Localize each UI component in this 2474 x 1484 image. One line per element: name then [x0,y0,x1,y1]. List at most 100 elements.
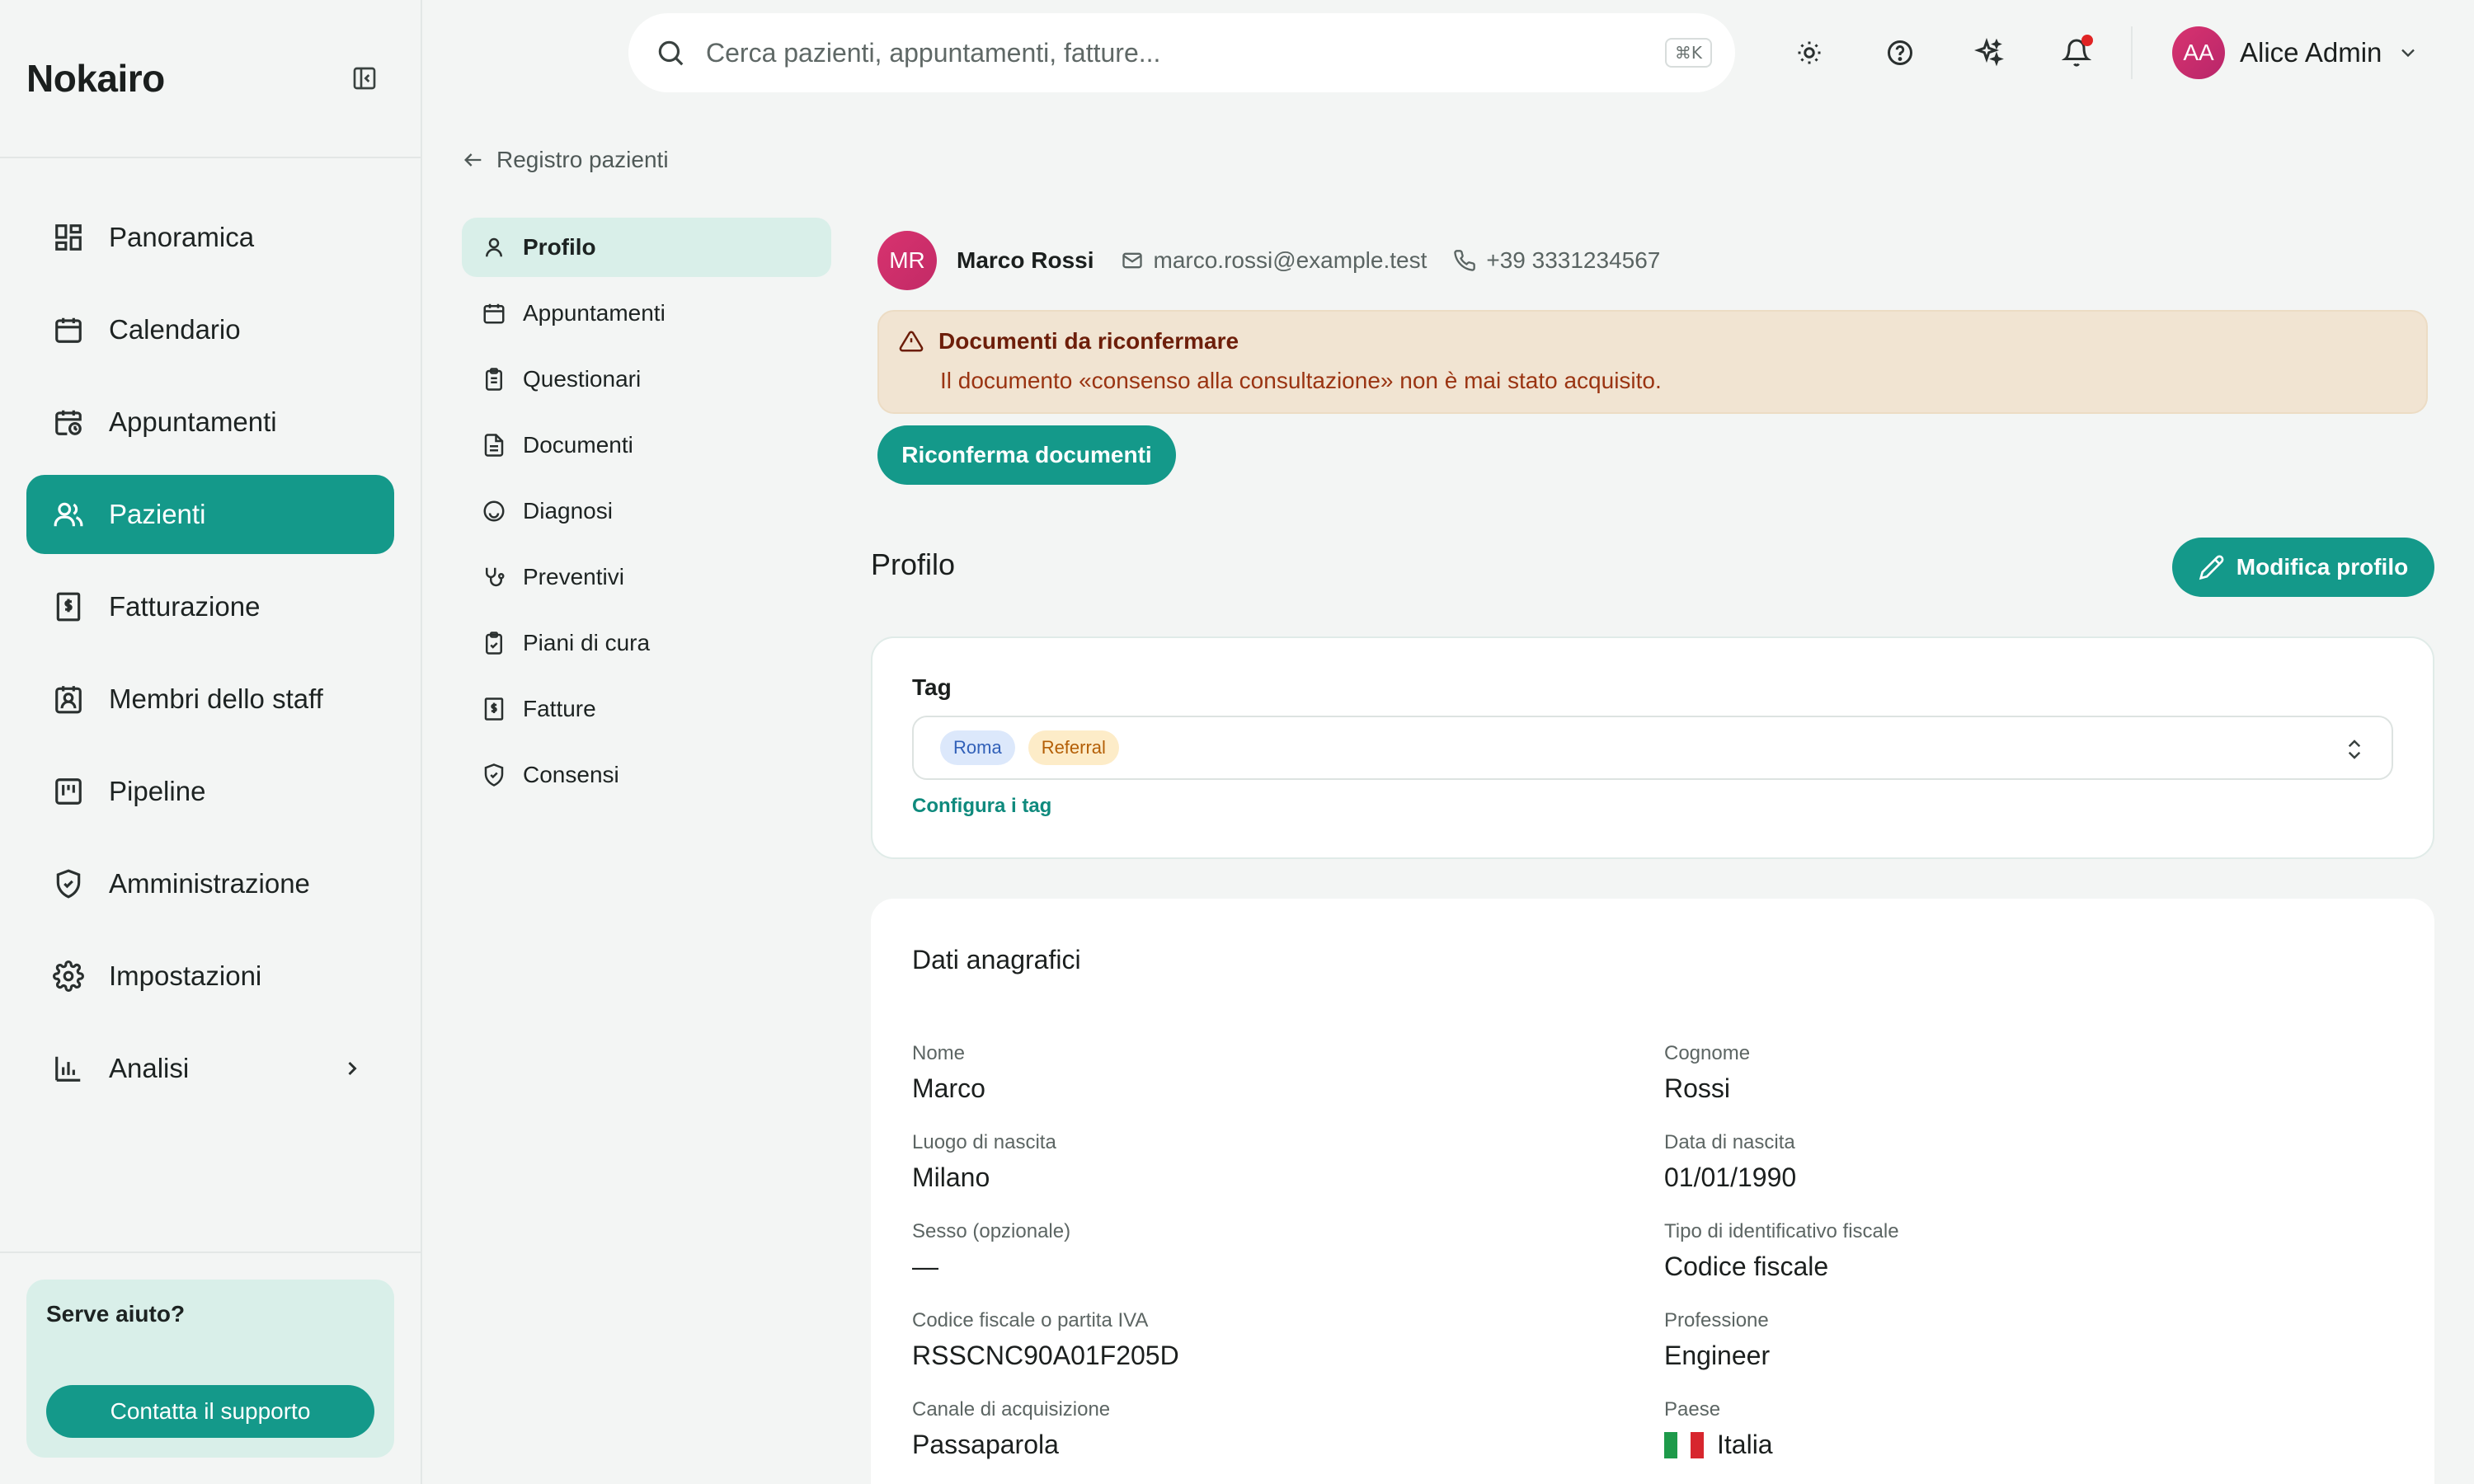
user-menu[interactable]: AA Alice Admin [2172,26,2420,79]
field-professione: Professione Engineer [1664,1309,2373,1371]
sidebar-item-membri-staff[interactable]: Membri dello staff [26,660,394,739]
personal-data-title: Dati anagrafici [912,945,1081,974]
help-title: Serve aiuto? [46,1301,186,1327]
reconfirm-documents-button[interactable]: Riconferma documenti [877,425,1176,485]
theme-toggle-button[interactable] [1790,33,1829,73]
user-name: Alice Admin [2240,37,2382,68]
tab-label: Profilo [523,234,596,260]
field-label: Sesso (opzionale) [912,1220,1071,1242]
field-value: Codice fiscale [1664,1252,1829,1281]
patient-email-text: marco.rossi@example.test [1153,247,1427,273]
calendar-clock-icon [55,410,82,435]
contact-support-button[interactable]: Contatta il supporto [46,1385,374,1438]
patient-subnav: Profilo Appuntamenti Questionari Documen… [462,218,831,811]
patient-header: MR Marco Rossi marco.rossi@example.test … [877,231,1660,290]
field-luogo-nascita: Luogo di nascita Milano [912,1131,1621,1193]
tab-documenti[interactable]: Documenti [462,416,831,475]
field-label: Cognome [1664,1042,1751,1064]
sidebar-item-amministrazione[interactable]: Amministrazione [26,844,394,923]
back-link[interactable]: Registro pazienti [462,147,669,173]
kanban-icon [55,778,82,805]
patient-email[interactable]: marco.rossi@example.test [1121,247,1427,274]
tab-fatture[interactable]: Fatture [462,679,831,739]
notifications-button[interactable] [2057,33,2096,73]
sidebar-item-label: Analisi [109,1053,190,1083]
invoice-icon [56,592,81,622]
tab-consensi[interactable]: Consensi [462,745,831,805]
field-value-row: Italia [1664,1430,2373,1460]
users-icon [54,502,83,527]
field-value: Engineer [1664,1341,1771,1370]
tab-diagnosi[interactable]: Diagnosi [462,481,831,541]
tab-label: Piani di cura [523,630,651,655]
staff-badge-icon [55,686,82,714]
sidebar: Nokairo Panoramica Calendario Appuntamen… [0,0,422,1484]
user-icon [486,237,502,257]
field-sesso: Sesso (opzionale) — [912,1220,1621,1282]
tab-appuntamenti[interactable]: Appuntamenti [462,284,831,343]
sidebar-item-impostazioni[interactable]: Impostazioni [26,937,394,1016]
tag-chip[interactable]: Referral [1028,730,1119,765]
tab-label: Preventivi [523,564,624,589]
tab-label: Documenti [523,432,633,458]
alert-title: Documenti da riconfermare [938,328,1239,354]
brand-row: Nokairo [0,0,421,158]
gear-icon [53,960,84,992]
alert-text: Il documento «consenso alla consultazion… [940,368,1662,393]
sidebar-divider [0,1252,422,1253]
tab-profilo[interactable]: Profilo [462,218,831,277]
tab-piani-di-cura[interactable]: Piani di cura [462,613,831,673]
field-canale-acquisizione: Canale di acquisizione Passaparola [912,1398,1621,1460]
tab-label: Diagnosi [523,498,613,524]
notification-dot [2081,35,2093,46]
tab-preventivi[interactable]: Preventivi [462,547,831,607]
shortcut-badge: ⌘K [1664,38,1712,68]
sidebar-item-calendario[interactable]: Calendario [26,290,394,369]
tag-chip[interactable]: Roma [940,730,1015,765]
tab-label: Fatture [523,696,596,721]
dashboard-icon [55,224,82,251]
help-button[interactable] [1880,33,1920,73]
patient-phone-text: +39 3331234567 [1486,247,1661,273]
field-label: Professione [1664,1309,1769,1331]
sidebar-item-label: Membri dello staff [109,683,323,714]
ai-assistant-button[interactable] [1969,33,2009,73]
help-card: Serve aiuto? Contatta il supporto [26,1280,394,1458]
field-paese: Paese Italia [1664,1398,2373,1460]
tags-select[interactable]: Roma Referral [912,716,2393,780]
tab-label: Consensi [523,762,619,787]
italy-flag-icon [1664,1431,1704,1458]
sidebar-item-pipeline[interactable]: Pipeline [26,752,394,831]
field-codice-fiscale: Codice fiscale o partita IVA RSSCNC90A01… [912,1309,1621,1371]
shield-check-icon [56,869,81,899]
tab-questionari[interactable]: Questionari [462,350,831,409]
sidebar-item-label: Amministrazione [109,868,310,899]
field-label: Paese [1664,1398,1721,1421]
edit-profile-button[interactable]: Modifica profilo [2172,538,2434,597]
chevron-right-icon [348,1061,357,1076]
tab-label: Questionari [523,366,642,392]
clipboard-check-icon [486,632,502,655]
search-input[interactable] [706,37,1645,68]
sidebar-item-label: Appuntamenti [109,406,277,437]
field-data-nascita: Data di nascita 01/01/1990 [1664,1131,2373,1193]
sidebar-item-panoramica[interactable]: Panoramica [26,198,394,277]
tags-card: Tag Roma Referral Configura i tag [871,636,2434,859]
arrow-left-icon [464,153,482,167]
topbar-divider [2131,26,2133,79]
sidebar-item-appuntamenti[interactable]: Appuntamenti [26,383,394,462]
sidebar-nav: Panoramica Calendario Appuntamenti Pazie… [0,158,421,1108]
sidebar-item-analisi[interactable]: Analisi [26,1029,394,1108]
field-value: Marco [912,1073,985,1103]
patient-phone[interactable]: +39 3331234567 [1453,247,1660,274]
sidebar-collapse-icon[interactable] [348,62,381,95]
calendar-icon [55,317,82,343]
alert-title-row: Documenti da riconfermare [899,328,2406,355]
sidebar-item-fatturazione[interactable]: Fatturazione [26,567,394,646]
field-label: Data di nascita [1664,1131,1795,1153]
field-label: Tipo di identificativo fiscale [1664,1220,1899,1242]
configure-tags-link[interactable]: Configura i tag [912,795,2393,818]
sidebar-item-pazienti[interactable]: Pazienti [26,475,394,554]
field-nome: Nome Marco [912,1042,1621,1104]
search-icon [658,40,684,66]
